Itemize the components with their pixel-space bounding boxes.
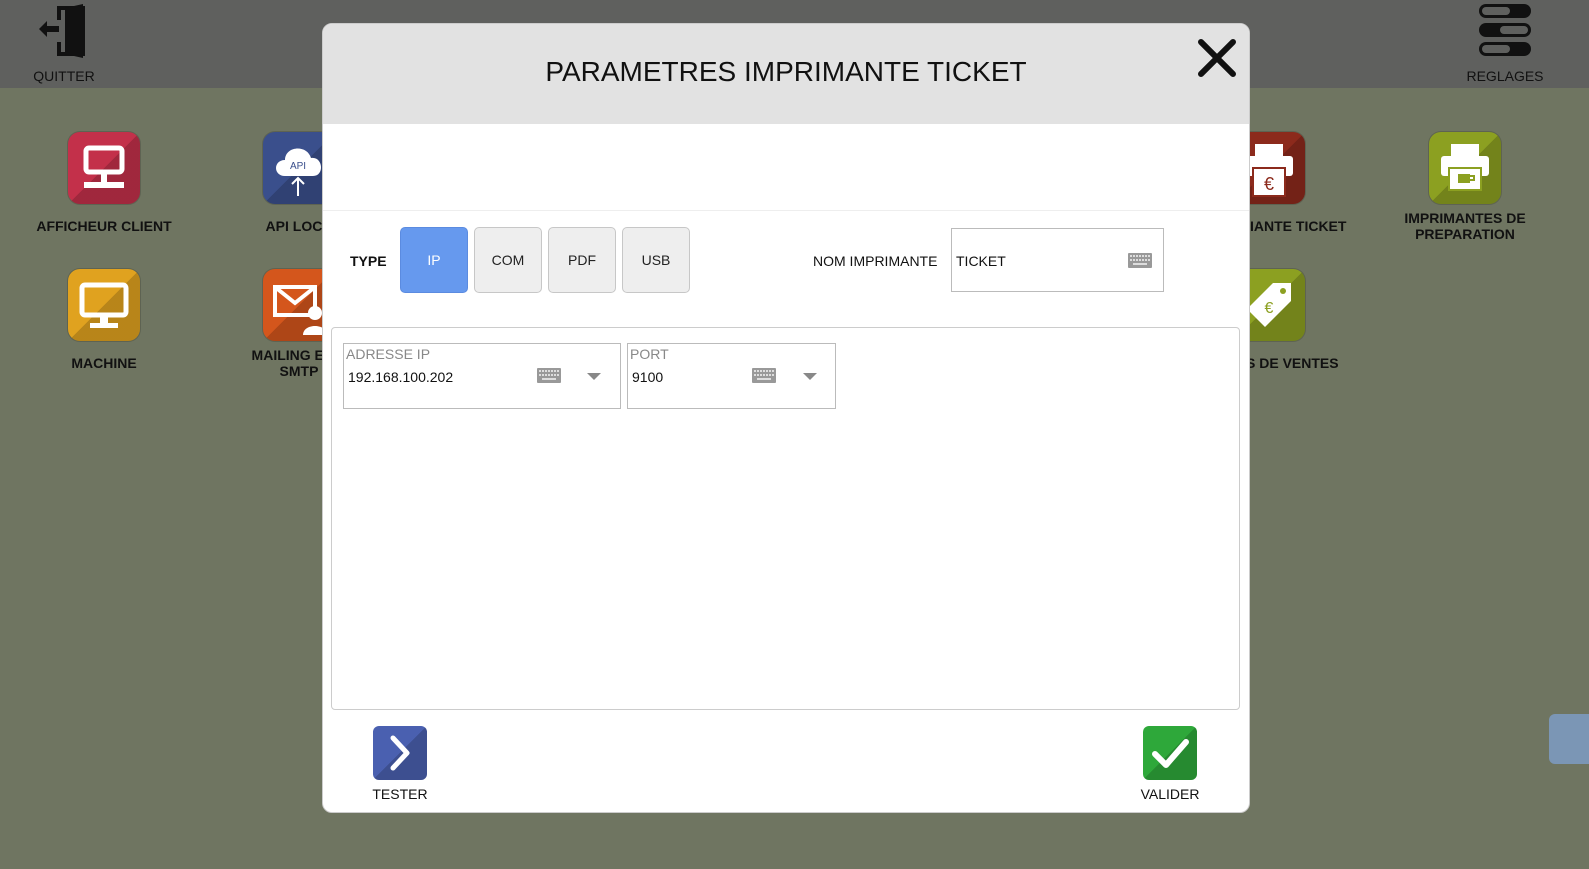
tile-label-line1: IMPRIMANTES DE	[1404, 210, 1526, 226]
svg-text:€: €	[1264, 174, 1274, 194]
tile-machine[interactable]: MACHINE	[14, 269, 194, 371]
ip-address-value: 192.168.100.202	[348, 369, 454, 385]
exit-door-icon	[39, 4, 85, 58]
divider	[323, 210, 1249, 211]
toggles-icon	[1479, 4, 1531, 56]
chevron-right-icon	[373, 726, 427, 780]
tile-label: MACHINE	[71, 355, 137, 371]
close-icon[interactable]	[1195, 36, 1239, 80]
printer-cup-icon	[1429, 132, 1501, 204]
type-pdf-button[interactable]: PDF	[548, 227, 616, 293]
type-usb-button[interactable]: USB	[622, 227, 690, 293]
type-com-button[interactable]: COM	[474, 227, 542, 293]
ip-address-field[interactable]: ADRESSE IP 192.168.100.202	[343, 343, 621, 409]
quit-button[interactable]: QUITTER	[9, 0, 119, 88]
tile-customer-display[interactable]: AFFICHEUR CLIENT	[14, 132, 194, 234]
tile-label: AFFICHEUR CLIENT	[36, 218, 172, 234]
keyboard-icon[interactable]	[752, 368, 776, 383]
port-label: PORT	[630, 346, 669, 362]
svg-text:API: API	[290, 161, 306, 172]
validate-label: VALIDER	[1140, 786, 1200, 802]
settings-button[interactable]: REGLAGES	[1450, 0, 1560, 88]
side-panel-handle[interactable]	[1549, 714, 1589, 764]
type-label: TYPE	[350, 253, 387, 269]
quit-label: QUITTER	[33, 68, 95, 84]
tile-label-line2: PREPARATION	[1415, 226, 1515, 242]
printer-settings-dialog: PARAMETRES IMPRIMANTE TICKET TYPE IP COM…	[322, 23, 1250, 813]
dialog-title: PARAMETRES IMPRIMANTE TICKET	[545, 56, 1027, 87]
svg-text:€: €	[1265, 300, 1274, 317]
printer-name-value: TICKET	[956, 253, 1006, 269]
chevron-down-icon[interactable]	[803, 373, 817, 380]
keyboard-icon[interactable]	[1128, 253, 1152, 268]
checkmark-icon	[1143, 726, 1197, 780]
chevron-down-icon[interactable]	[587, 373, 601, 380]
settings-label: REGLAGES	[1466, 68, 1544, 84]
test-label: TESTER	[372, 786, 428, 802]
tile-prep-printers[interactable]: IMPRIMANTES DE PREPARATION	[1375, 132, 1555, 242]
port-field[interactable]: PORT 9100	[627, 343, 836, 409]
connection-panel: ADRESSE IP 192.168.100.202 PORT 9100	[331, 327, 1240, 710]
ip-address-label: ADRESSE IP	[346, 346, 431, 362]
validate-button[interactable]: VALIDER	[1130, 726, 1210, 802]
monitor-icon	[68, 269, 140, 341]
tile-label: IMPRIMANTES DE PREPARATION	[1375, 210, 1555, 242]
printer-name-field[interactable]: TICKET	[951, 228, 1164, 292]
port-value: 9100	[632, 369, 664, 385]
printer-name-label: NOM IMPRIMANTE	[813, 253, 938, 269]
test-button[interactable]: TESTER	[360, 726, 440, 802]
customer-display-icon	[68, 132, 140, 204]
keyboard-icon[interactable]	[537, 368, 561, 383]
dialog-header: PARAMETRES IMPRIMANTE TICKET	[323, 24, 1249, 124]
type-ip-button[interactable]: IP	[400, 227, 468, 293]
